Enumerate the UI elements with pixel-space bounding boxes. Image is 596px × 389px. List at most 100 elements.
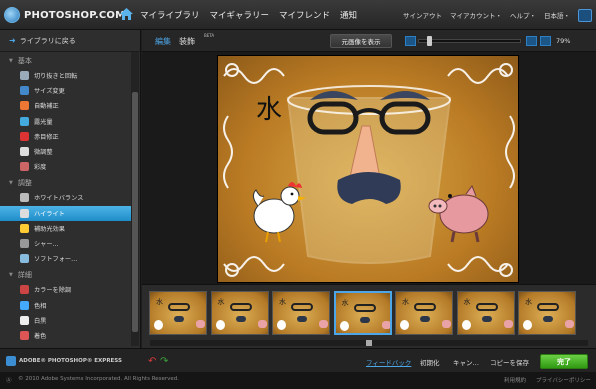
nav-my-friends[interactable]: マイフレンド [279, 9, 330, 21]
redo-icon[interactable]: ↷ [160, 356, 168, 367]
tool-item[interactable]: カラーを除調 [0, 282, 132, 297]
photoshop-logo[interactable]: PHOTOSHOP.COM [4, 6, 125, 24]
logo-text: PHOTOSHOP.COM [24, 9, 126, 21]
nav-notifications[interactable]: 通知 [340, 9, 357, 21]
tool-item[interactable]: 着色 [0, 328, 132, 343]
thumb-mustache [174, 316, 184, 322]
filmstrip-thumbnail[interactable]: 水 [272, 291, 330, 335]
feedback-link[interactable]: フィードバック [366, 357, 411, 367]
nav-my-gallery[interactable]: マイギャラリー [210, 9, 270, 21]
tool-icon [20, 131, 29, 141]
tab-edit[interactable]: 編集 [155, 36, 171, 47]
section-title: 基本 [17, 57, 32, 65]
thumb-chicken [461, 320, 471, 330]
filmstrip-scrollbar[interactable] [150, 340, 588, 346]
cancel-button[interactable]: キャン… [453, 357, 479, 367]
filmstrip-thumbnail[interactable]: 水 [149, 291, 207, 335]
filmstrip-thumbnail[interactable]: 水 [395, 291, 453, 335]
privacy-link[interactable]: プライバシーポリシー [536, 376, 591, 384]
tool-icon [20, 285, 29, 295]
tool-item[interactable]: 彩度 [0, 159, 132, 174]
logo-icon [4, 7, 20, 23]
back-arrow-icon: ➜ [9, 36, 16, 45]
tool-label: 赤目修正 [34, 133, 59, 141]
tool-icon [20, 223, 29, 233]
sign-out-link[interactable]: サインアウト [403, 10, 442, 20]
thumb-chicken [400, 320, 409, 330]
back-to-library-button[interactable]: ➜ ライブラリに戻る [0, 30, 140, 52]
beta-badge: BETA [204, 33, 215, 38]
my-account-menu[interactable]: マイアカウント・ [450, 10, 502, 20]
tool-item[interactable]: 赤目修正 [0, 129, 132, 144]
tool-item[interactable]: 色相 [0, 297, 132, 312]
tool-icon [20, 147, 29, 157]
tool-item[interactable]: ハイライト [0, 205, 132, 221]
filmstrip-thumbnail[interactable]: 水 [210, 291, 269, 335]
thumb-glasses [475, 303, 498, 311]
show-original-button[interactable]: 元画像を表示 [330, 34, 392, 48]
filmstrip-thumbnail[interactable]: 水 [518, 291, 576, 335]
terms-link[interactable]: 利用規約 [504, 376, 526, 384]
zoom-percent: 79% [556, 37, 571, 45]
thumb-kanji: 水 [217, 298, 225, 306]
zoom-in-icon[interactable] [526, 36, 537, 46]
filmstrip-thumbnail[interactable]: 水 [333, 291, 392, 335]
tool-icon [20, 300, 29, 310]
zoom-slider-knob[interactable] [426, 36, 432, 46]
sidebar-scroll-thumb[interactable] [132, 92, 138, 332]
tool-label: 補助光効果 [34, 225, 65, 233]
thumb-glasses [168, 303, 190, 311]
tool-label: 着色 [34, 332, 47, 340]
tool-item[interactable]: 自動補正 [0, 98, 132, 113]
thumb-boar [503, 320, 513, 328]
done-button[interactable]: 完了 [540, 354, 588, 369]
reset-button[interactable]: 初期化 [420, 357, 440, 367]
tool-icon [20, 162, 29, 172]
tool-label: カラーを除調 [34, 287, 72, 295]
zoom-out-icon[interactable] [405, 36, 416, 46]
language-menu[interactable]: 日本語・ [544, 10, 570, 20]
thumb-glasses [229, 303, 252, 311]
tool-item[interactable]: ホワイトバランス [0, 190, 132, 205]
tool-item[interactable]: 白黒 [0, 313, 132, 328]
tool-item[interactable]: 露光量 [0, 114, 132, 129]
thumb-kanji: 水 [156, 298, 163, 306]
tool-item[interactable]: 微調整 [0, 144, 132, 159]
tool-label: 微調整 [34, 149, 53, 157]
zoom-slider[interactable] [418, 39, 521, 43]
back-label: ライブラリに戻る [19, 36, 76, 45]
tool-item[interactable]: 補助光効果 [0, 221, 132, 236]
tool-item[interactable]: シャー… [0, 236, 132, 251]
fullscreen-icon[interactable] [578, 8, 592, 22]
edit-toolbar: 編集 装飾 BETA 元画像を表示 79% [142, 30, 596, 52]
thumb-boar [442, 320, 451, 328]
thumb-chicken [523, 320, 532, 330]
thumb-kanji: 水 [402, 298, 409, 306]
filmstrip-scroll-thumb[interactable] [366, 340, 372, 346]
thumb-chicken [277, 320, 286, 330]
tool-item[interactable]: サイズ変更 [0, 83, 132, 98]
tool-icon [20, 71, 29, 81]
home-icon[interactable] [120, 8, 133, 20]
tools-sidebar: ➜ ライブラリに戻る ▼ 基本切り抜きと回転サイズ変更 自動補正 露光量赤目修正微調整… [0, 30, 141, 348]
thumb-boar [381, 321, 390, 329]
save-copy-button[interactable]: コピーを保存 [490, 357, 529, 367]
top-bar: PHOTOSHOP.COM マイライブラリ マイギャラリー マイフレンド 通知 … [0, 0, 596, 30]
tool-item[interactable]: 切り抜きと回転 [0, 68, 132, 83]
section-header[interactable]: ▼ 基本 [0, 54, 140, 68]
help-menu[interactable]: ヘルプ・ [510, 10, 536, 20]
adobe-footer-icon: Ⓐ [6, 378, 12, 384]
section-title: 詳細 [17, 271, 32, 280]
undo-icon[interactable]: ↶ [148, 356, 156, 367]
nav-my-library[interactable]: マイライブラリ [140, 9, 200, 21]
filmstrip-thumbnail[interactable]: 水 [456, 291, 515, 335]
thumb-kanji: 水 [525, 298, 532, 306]
section-header[interactable]: ▼ 調整 [0, 176, 140, 190]
section-header[interactable]: ▼ 詳細 [0, 268, 140, 282]
tool-label: 切り抜きと回転 [34, 73, 78, 81]
sidebar-scrollbar[interactable] [131, 52, 139, 346]
fit-screen-icon[interactable] [540, 36, 551, 46]
thumb-chicken [339, 321, 349, 331]
tool-item[interactable]: ソフトフォー… [0, 251, 132, 266]
tab-decorate[interactable]: 装飾 [179, 36, 195, 47]
